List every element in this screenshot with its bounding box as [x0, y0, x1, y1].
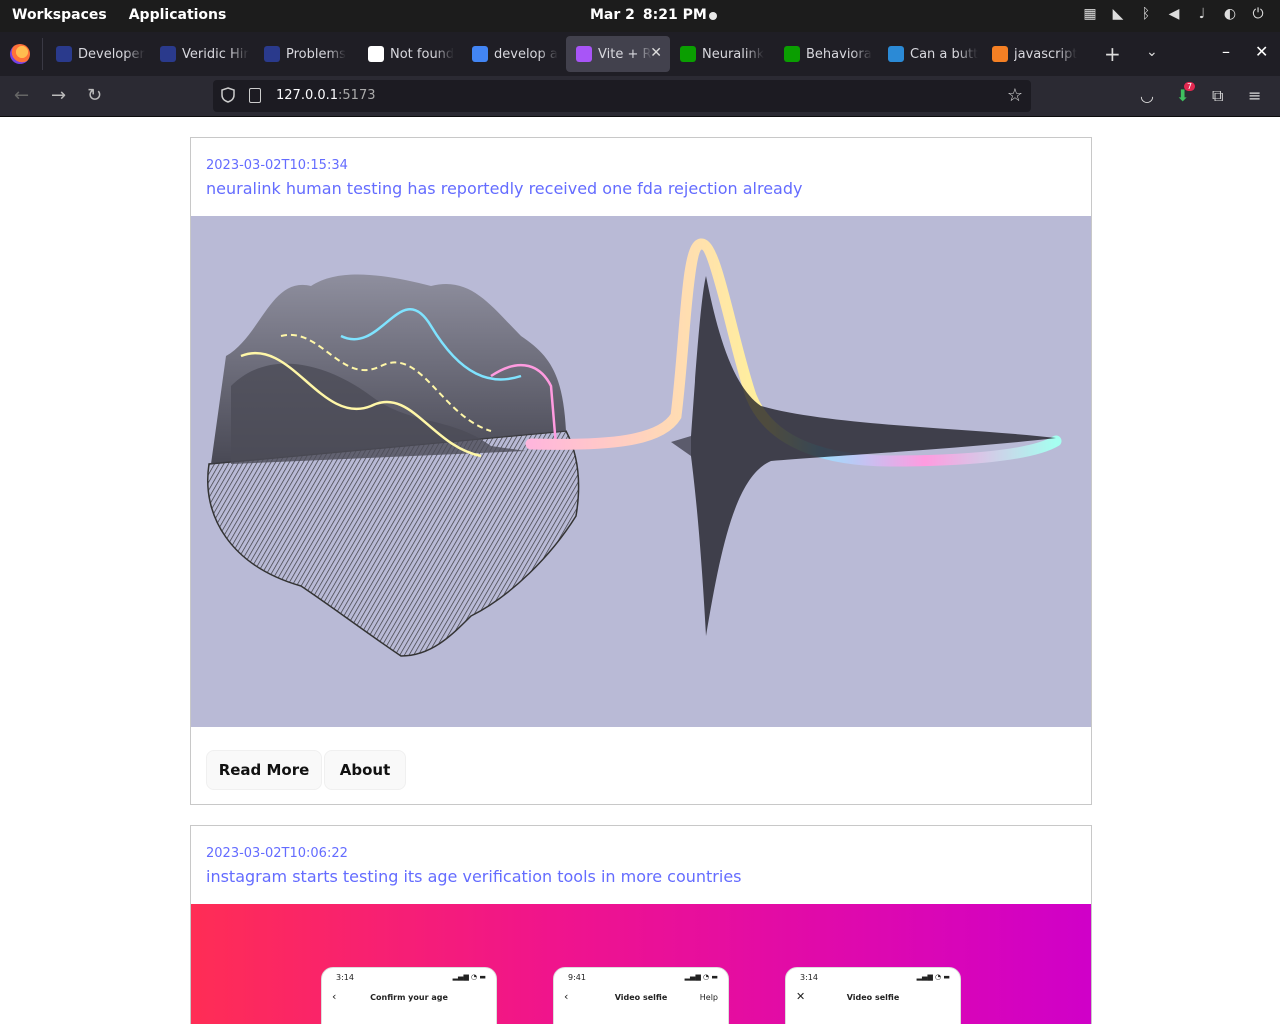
phone-screen: 9:41 ▂▄▆ ◔ ▬ ‹ Video selfie Help — [553, 967, 729, 1024]
pen-icon — [368, 46, 384, 62]
forward-button[interactable]: → — [51, 85, 66, 106]
url-bar[interactable]: 127.0.0.1:5173 ☆ — [213, 80, 1031, 112]
url-port: :5173 — [338, 88, 376, 103]
phone-status-icons: ▂▄▆ ◔ ▬ — [452, 973, 486, 981]
bluetooth-icon[interactable]: ᛒ — [1138, 6, 1154, 22]
browser-tab[interactable]: Veridic Hir — [150, 36, 254, 72]
tab-label: Can a butt — [910, 46, 979, 62]
vite-icon — [576, 46, 592, 62]
article-card: 2023-03-02T10:06:22 instagram starts tes… — [190, 825, 1092, 1024]
phone-status-icons: ▂▄▆ ◔ ▬ — [916, 973, 950, 981]
browser-tab[interactable]: Vite + R ✕ — [566, 36, 670, 72]
browser-tab[interactable]: Developer — [46, 36, 150, 72]
phone-status-icons: ▂▄▆ ◔ ▬ — [684, 973, 718, 981]
clock-date: Mar 2 — [590, 7, 635, 23]
wifi-icon[interactable]: ◣ — [1110, 6, 1126, 22]
bookmark-star-icon[interactable]: ☆ — [1007, 85, 1023, 106]
microphone-icon[interactable]: ♩ — [1194, 6, 1210, 22]
pocket-icon[interactable]: ◡ — [1140, 86, 1154, 105]
notification-dot — [709, 12, 717, 20]
phone-heading: Confirm your age — [370, 993, 448, 1002]
generic-site-icon — [264, 46, 280, 62]
neuralink-illustration — [191, 216, 1091, 727]
close-window-button[interactable]: ✕ — [1255, 42, 1268, 61]
read-more-button[interactable]: Read More — [206, 750, 322, 790]
phone-screen: 3:14 ▂▄▆ ◔ ▬ ‹ Confirm your age — [321, 967, 497, 1024]
phone-time: 3:14 — [800, 973, 818, 982]
back-button[interactable]: ← — [14, 85, 29, 106]
clock[interactable]: Mar 2 8:21 PM — [590, 7, 707, 23]
about-button[interactable]: About — [324, 750, 406, 790]
techcrunch-icon — [680, 46, 696, 62]
volume-icon[interactable]: ◀ — [1166, 6, 1182, 22]
downloads-badge: 7 — [1184, 82, 1196, 91]
article-title[interactable]: neuralink human testing has reportedly r… — [206, 179, 802, 198]
window-layout-icon[interactable]: ▦ — [1082, 6, 1098, 22]
browser-tab[interactable]: javascript — [982, 36, 1086, 72]
page-info-icon[interactable] — [249, 88, 261, 103]
menu-icon[interactable]: ≡ — [1248, 86, 1261, 105]
close-tab-icon[interactable]: ✕ — [650, 45, 662, 61]
new-tab-button[interactable]: + — [1104, 42, 1121, 66]
browser-tab[interactable]: Behaviora — [774, 36, 878, 72]
tab-strip: Developer Veridic Hir Problems Not found dev… — [0, 32, 1280, 76]
page-content: 2023-03-02T10:15:34 neuralink human test… — [0, 117, 1280, 1024]
stackoverflow-icon — [992, 46, 1008, 62]
article-image — [191, 216, 1091, 727]
tab-label: Problems — [286, 46, 346, 62]
navigation-toolbar: ← → ↻ 127.0.0.1:5173 ☆ ◡ ⬇ 7 ⧉ ≡ — [0, 76, 1280, 117]
tab-label: javascript — [1014, 46, 1078, 62]
phone-time: 9:41 — [568, 973, 586, 982]
browser-tab[interactable]: Neuralink — [670, 36, 774, 72]
phone-time: 3:14 — [336, 973, 354, 982]
url-host: 127.0.0.1 — [276, 88, 339, 103]
tab-label: Behaviora — [806, 46, 872, 62]
article-title[interactable]: instagram starts testing its age verific… — [206, 867, 742, 886]
tab-label: Neuralink — [702, 46, 765, 62]
esri-icon — [888, 46, 904, 62]
phone-heading: Video selfie — [846, 993, 900, 1002]
tab-label: Vite + R — [598, 46, 652, 62]
article-card: 2023-03-02T10:15:34 neuralink human test… — [190, 137, 1092, 805]
browser-tab[interactable]: Can a butt — [878, 36, 982, 72]
clock-time: 8:21 PM — [642, 7, 707, 23]
tab-label: develop a — [494, 46, 558, 62]
tab-label: Developer — [78, 46, 145, 62]
tab-separator — [42, 38, 43, 70]
workspaces-menu[interactable]: Workspaces — [12, 7, 107, 23]
tab-list: Developer Veridic Hir Problems Not found dev… — [46, 36, 1086, 72]
phone-screen: 3:14 ▂▄▆ ◔ ▬ ✕ Video selfie — [785, 967, 961, 1024]
tracking-protection-icon[interactable] — [221, 87, 235, 103]
google-icon — [472, 46, 488, 62]
tab-label: Not found — [390, 46, 455, 62]
browser-tab[interactable]: Problems — [254, 36, 358, 72]
brightness-icon[interactable]: ◐ — [1222, 6, 1238, 22]
extensions-icon[interactable]: ⧉ — [1212, 86, 1223, 106]
browser-tab[interactable]: develop a — [462, 36, 566, 72]
article-date: 2023-03-02T10:15:34 — [206, 158, 348, 173]
system-tray[interactable]: ▦ ◣ ᛒ ◀ ♩ ◐ ⏻ — [1082, 6, 1266, 22]
techcrunch-icon — [784, 46, 800, 62]
generic-site-icon — [160, 46, 176, 62]
tab-label: Veridic Hir — [182, 46, 249, 62]
power-icon[interactable]: ⏻ — [1250, 6, 1266, 22]
list-all-tabs-button[interactable]: ⌄ — [1146, 44, 1158, 60]
firefox-icon[interactable] — [10, 44, 30, 64]
system-top-bar: Workspaces Applications Mar 2 8:21 PM ▦ … — [0, 0, 1280, 32]
article-image: 3:14 ▂▄▆ ◔ ▬ ‹ Confirm your age 9:41 ▂▄▆… — [191, 904, 1091, 1024]
phone-help-link: Help — [699, 993, 718, 1002]
minimize-button[interactable]: – — [1222, 42, 1230, 61]
reload-button[interactable]: ↻ — [87, 85, 102, 106]
article-date: 2023-03-02T10:06:22 — [206, 846, 348, 861]
generic-site-icon — [56, 46, 72, 62]
url-text: 127.0.0.1:5173 — [276, 88, 376, 103]
browser-tab[interactable]: Not found — [358, 36, 462, 72]
applications-menu[interactable]: Applications — [129, 7, 227, 23]
